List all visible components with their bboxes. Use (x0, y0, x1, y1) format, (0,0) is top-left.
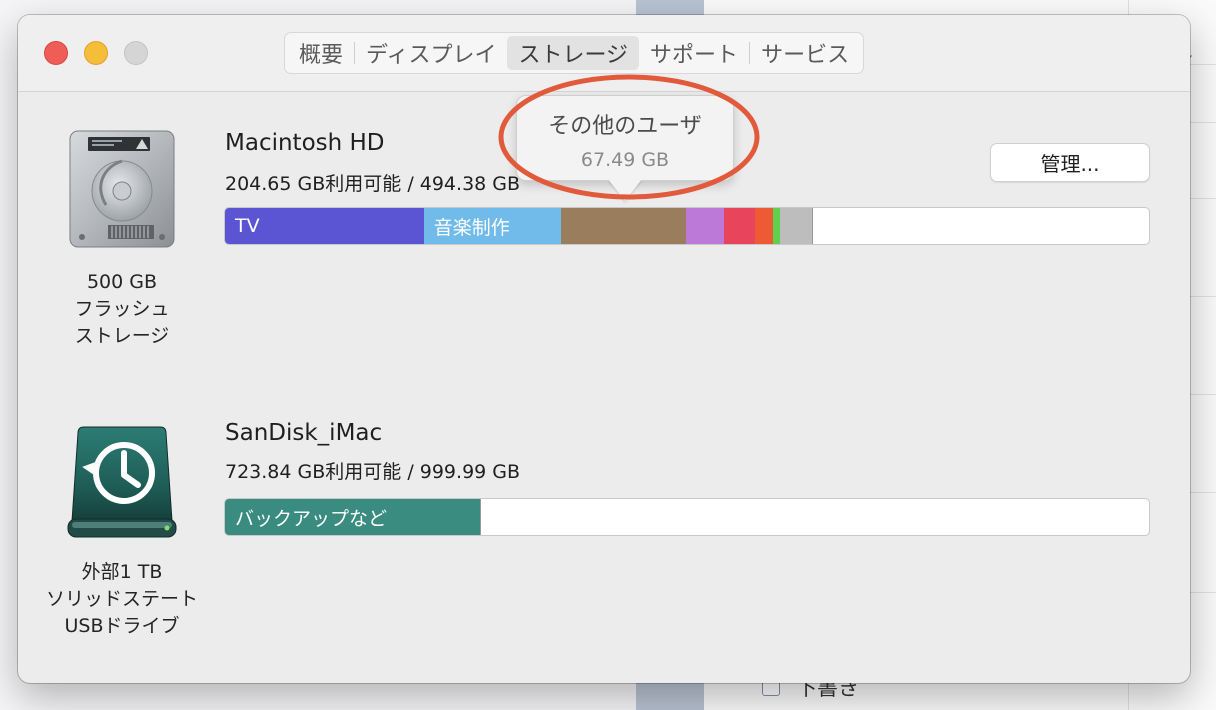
minimize-window-button[interactable] (84, 41, 108, 65)
storage-tooltip: その他のユーザ 67.49 GB (516, 95, 734, 181)
close-window-button[interactable] (44, 41, 68, 65)
tab-label: ディスプレイ (366, 43, 497, 68)
zoom-window-button[interactable] (124, 41, 148, 65)
tab-label: ストレージ (518, 43, 629, 68)
tooltip-title: その他のユーザ (548, 114, 702, 139)
background-divider (1190, 122, 1216, 123)
drive-capacity: 204.65 GB利用可能 / 494.38 GB (225, 173, 521, 195)
storage-segment[interactable] (754, 208, 773, 244)
title-bar: 概要 ディスプレイ ストレージ サポート サービス (18, 15, 1190, 92)
drive-capacity: 723.84 GB利用可能 / 999.99 GB (225, 461, 521, 483)
tooltip-value: 67.49 GB (580, 149, 670, 171)
tooltip-pointer (608, 179, 642, 201)
background-divider (1190, 198, 1216, 199)
storage-segment[interactable] (724, 208, 755, 244)
hard-drive-icon (64, 129, 178, 255)
tab-bar: 概要 ディスプレイ ストレージ サポート サービス (284, 32, 865, 74)
storage-segment-label: 音楽制作 (433, 216, 510, 239)
drive-name: SanDisk_iMac (225, 420, 383, 446)
drive-name: Macintosh HD (225, 130, 385, 156)
tab-label: サービス (761, 43, 850, 68)
drive-size-label: 外部1 TB (81, 561, 163, 583)
storage-segment[interactable] (773, 208, 780, 244)
drive-type-label: USBドライブ (64, 615, 180, 637)
drive-type-label: フラッシュ (74, 298, 170, 320)
storage-free-space (812, 208, 1149, 244)
background-divider (1190, 592, 1216, 593)
storage-bar: TV 音楽制作 (224, 207, 1150, 245)
tab-support[interactable]: サポート (639, 36, 749, 70)
background-divider (1190, 64, 1216, 65)
background-divider (1190, 296, 1216, 297)
tab-storage[interactable]: ストレージ (507, 36, 640, 70)
drive-caption: 外部1 TB ソリッドステート USBドライブ (42, 559, 202, 640)
storage-segment[interactable]: 音楽制作 (423, 208, 562, 244)
drive-type-label: ソリッドステート (45, 588, 198, 610)
storage-segment[interactable] (686, 208, 725, 244)
tab-overview[interactable]: 概要 (288, 36, 354, 70)
storage-segment[interactable]: TV (225, 208, 424, 244)
storage-segment-label: バックアップなど (235, 507, 388, 530)
storage-segment[interactable]: バックアップなど (225, 499, 480, 535)
storage-bar: バックアップなど (224, 498, 1150, 536)
drive-type-label: ストレージ (74, 325, 170, 347)
storage-segment[interactable] (561, 208, 687, 244)
background-divider (1190, 394, 1216, 395)
time-machine-drive-icon (62, 423, 182, 547)
drive-caption: 500 GB フラッシュ ストレージ (42, 269, 202, 350)
background-divider (1190, 492, 1216, 493)
tab-service[interactable]: サービス (750, 36, 860, 70)
tab-label: 概要 (299, 43, 344, 68)
tab-label: サポート (650, 43, 739, 68)
storage-free-space (479, 499, 1149, 535)
tab-displays[interactable]: ディスプレイ (355, 36, 507, 70)
drive-size-label: 500 GB (86, 271, 158, 293)
about-this-mac-window: 概要 ディスプレイ ストレージ サポート サービス 500 GB フラッシュ ス… (18, 15, 1190, 683)
storage-segment-label: TV (235, 215, 260, 237)
storage-segment[interactable] (779, 208, 813, 244)
manage-button[interactable]: 管理... (990, 143, 1150, 182)
